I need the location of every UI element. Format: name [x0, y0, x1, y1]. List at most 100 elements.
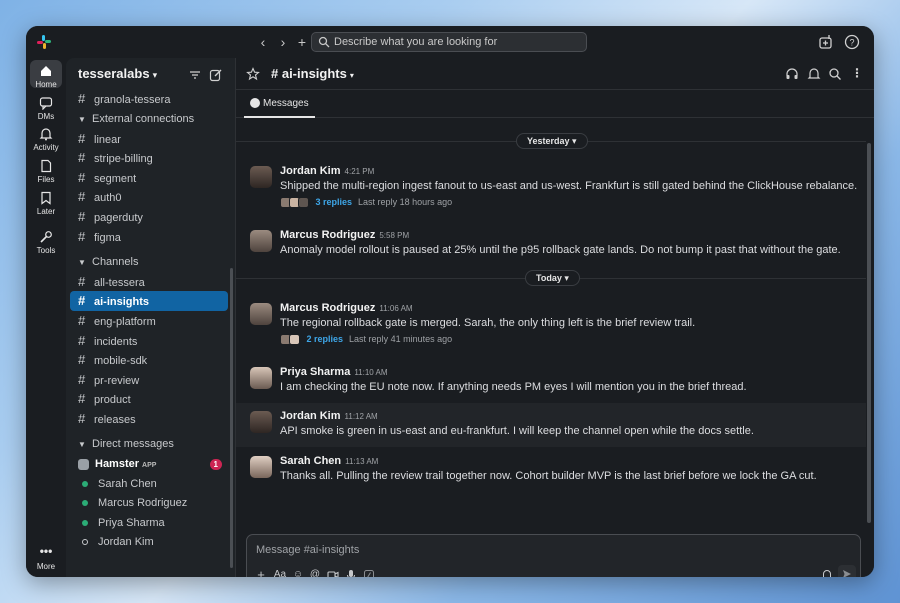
tab-messages[interactable]: Messages: [244, 90, 315, 118]
sidebar-dm-priya-sharma[interactable]: Priya Sharma: [70, 513, 228, 533]
mention-icon[interactable]: @: [309, 569, 321, 577]
composer-input[interactable]: Message #ai-insights: [256, 544, 359, 556]
message-item[interactable]: Priya Sharma 11:10 AM I am checking the E…: [236, 363, 866, 403]
message-composer[interactable]: Message #ai-insights + Aa ☺ @: [246, 534, 861, 577]
message-time[interactable]: 11:10 AM: [354, 368, 387, 377]
avatar[interactable]: [250, 456, 272, 478]
home-icon: [41, 66, 51, 76]
sidebar-channel-segment[interactable]: # segment: [70, 168, 228, 188]
filter-icon[interactable]: [188, 68, 202, 82]
unread-badge: 1: [209, 459, 222, 470]
more-vertical-icon[interactable]: ⋮: [850, 67, 864, 81]
video-icon[interactable]: [327, 569, 339, 577]
avatar[interactable]: [250, 303, 272, 325]
section-direct-messages[interactable]: ▼ Direct messages: [70, 434, 228, 454]
author-name: Marcus Rodriguez: [280, 302, 376, 314]
message-time[interactable]: 11:06 AM: [379, 304, 412, 313]
sidebar-channel-all-tessera[interactable]: # all-tessera: [70, 272, 228, 292]
rail-tools[interactable]: Tools: [26, 230, 66, 262]
message-item[interactable]: Marcus Rodriguez 5:58 PM Anomaly model ro…: [236, 226, 866, 266]
add-app-icon[interactable]: [818, 34, 834, 50]
star-icon[interactable]: [246, 67, 260, 81]
back-arrow-icon[interactable]: ‹: [255, 33, 271, 51]
bell-icon[interactable]: [807, 67, 821, 81]
sidebar-channel-ai-insights[interactable]: # ai-insights: [70, 291, 228, 311]
channel-label: segment: [94, 173, 137, 185]
sidebar-channel-mobile-sdk[interactable]: # mobile-sdk: [70, 350, 228, 370]
help-icon[interactable]: ?: [844, 34, 860, 50]
sidebar-channel-auth0[interactable]: # auth0: [70, 187, 228, 207]
avatar[interactable]: [250, 166, 272, 188]
bell-icon[interactable]: [821, 569, 833, 577]
message-scrollbar[interactable]: [867, 143, 871, 523]
sidebar-channel-pagerduty[interactable]: # pagerduty: [70, 207, 228, 227]
rail-later[interactable]: Later: [26, 191, 66, 223]
message-author[interactable]: Jordan Kim 4:21 PM: [280, 165, 374, 177]
message-item[interactable]: Jordan Kim 11:12 AM API smoke is green in…: [236, 403, 866, 447]
message-item[interactable]: Jordan Kim 4:21 PM Shipped the multi-regi…: [236, 162, 866, 218]
message-time[interactable]: 11:12 AM: [345, 412, 378, 421]
emoji-icon[interactable]: ☺: [292, 569, 304, 577]
message-item[interactable]: Marcus Rodriguez 11:06 AM The regional ro…: [236, 299, 866, 355]
sidebar-channel-releases[interactable]: # releases: [70, 409, 228, 429]
message-time[interactable]: 5:58 PM: [379, 231, 409, 240]
sidebar-dm-marcus-rodriguez[interactable]: Marcus Rodriguez: [70, 493, 228, 513]
sidebar-scrollbar[interactable]: [230, 268, 233, 568]
rail-activity[interactable]: Activity: [26, 127, 66, 159]
message-author[interactable]: Priya Sharma 11:10 AM: [280, 366, 388, 378]
headphones-icon[interactable]: [785, 67, 799, 81]
sidebar-channel-figma[interactable]: # figma: [70, 227, 228, 247]
message-author[interactable]: Jordan Kim 11:12 AM: [280, 410, 378, 422]
reply-count[interactable]: 3 replies: [316, 197, 353, 207]
rail-dms[interactable]: DMs: [26, 96, 66, 128]
date-pill-yesterday[interactable]: Yesterday ▾: [516, 133, 588, 149]
thread-summary[interactable]: 2 replies Last reply 41 minutes ago: [280, 334, 452, 348]
send-icon: [843, 570, 851, 577]
message-author[interactable]: Sarah Chen 11:13 AM: [280, 455, 378, 467]
avatar[interactable]: [250, 230, 272, 252]
reply-count[interactable]: 2 replies: [307, 334, 344, 344]
compose-icon[interactable]: [209, 68, 223, 82]
search-input[interactable]: Describe what you are looking for: [311, 32, 587, 52]
plus-icon[interactable]: +: [294, 33, 310, 51]
section-channels[interactable]: ▼ Channels: [70, 252, 228, 272]
sidebar-dm-hamster[interactable]: Hamster APP 1: [70, 454, 228, 474]
slash-command-icon[interactable]: [363, 569, 375, 577]
message-author[interactable]: Marcus Rodriguez 11:06 AM: [280, 302, 413, 314]
sidebar-channel-eng-platform[interactable]: # eng-platform: [70, 311, 228, 331]
rail-more[interactable]: ••• More: [26, 545, 66, 577]
sidebar-channel-pr-review[interactable]: # pr-review: [70, 370, 228, 390]
sidebar-channel-linear[interactable]: # linear: [70, 129, 228, 149]
thread-summary[interactable]: 3 replies Last reply 18 hours ago: [280, 197, 452, 211]
channel-title[interactable]: # ai-insights ▾: [271, 66, 354, 81]
rail-files[interactable]: Files: [26, 159, 66, 191]
workspace-switcher[interactable]: tesseralabs ▾: [78, 66, 157, 81]
avatar[interactable]: [250, 367, 272, 389]
sidebar-channel-incidents[interactable]: # incidents: [70, 331, 228, 351]
message-author[interactable]: Marcus Rodriguez 5:58 PM: [280, 229, 409, 241]
plus-icon[interactable]: +: [255, 568, 267, 577]
search-icon[interactable]: [828, 67, 842, 81]
hamster-app-icon: [78, 458, 89, 470]
message-text: Thanks all. Pulling the review trail tog…: [280, 470, 817, 482]
channel-label: mobile-sdk: [94, 355, 148, 367]
sidebar-channel-stripe-billing[interactable]: # stripe-billing: [70, 148, 228, 168]
slack-logo-icon[interactable]: [36, 34, 52, 50]
date-pill-today[interactable]: Today ▾: [525, 270, 580, 286]
microphone-icon[interactable]: [345, 569, 357, 577]
sidebar-channel-granola-tessera[interactable]: # granola-tessera: [70, 89, 228, 109]
sidebar-dm-sarah-chen[interactable]: Sarah Chen: [70, 474, 228, 494]
avatar[interactable]: [250, 411, 272, 433]
message-time[interactable]: 4:21 PM: [345, 167, 375, 176]
send-button[interactable]: [838, 565, 856, 577]
section-external-connections[interactable]: ▼ External connections: [70, 109, 228, 129]
message-item[interactable]: Sarah Chen 11:13 AM Thanks all. Pulling t…: [236, 452, 866, 492]
format-text-icon[interactable]: Aa: [272, 569, 288, 577]
sidebar-dm-jordan-kim[interactable]: Jordan Kim: [70, 532, 228, 552]
rail-home[interactable]: Home: [26, 60, 66, 94]
author-name: Jordan Kim: [280, 410, 341, 422]
message-time[interactable]: 11:13 AM: [345, 457, 378, 466]
sidebar-channel-product[interactable]: # product: [70, 389, 228, 409]
hash-icon: #: [78, 333, 86, 348]
forward-arrow-icon[interactable]: ›: [275, 33, 291, 51]
